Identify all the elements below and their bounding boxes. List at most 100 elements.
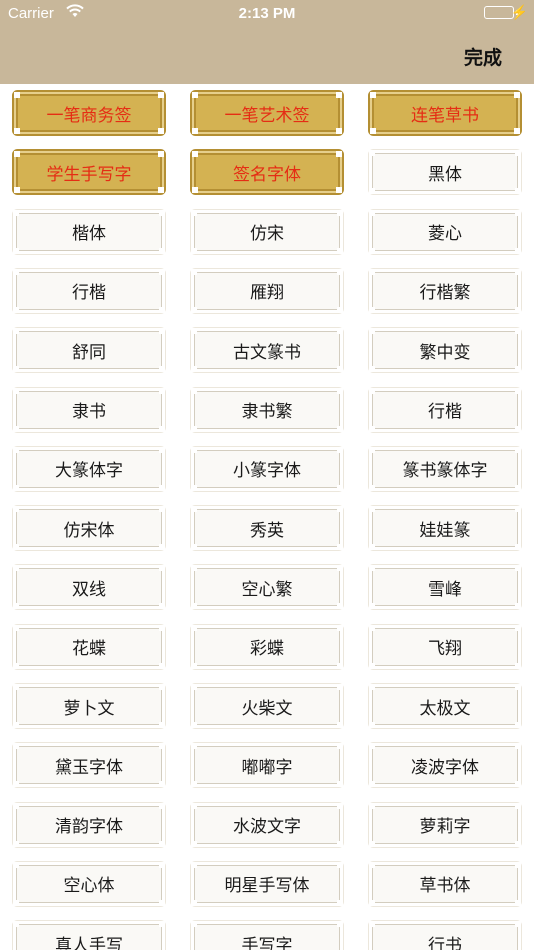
- font-option-button[interactable]: 行楷繁: [369, 268, 521, 313]
- font-option-button[interactable]: 楷体: [13, 209, 165, 254]
- corner-notch: [515, 366, 521, 373]
- font-option-button[interactable]: 火柴文: [191, 684, 343, 728]
- font-option-label: 真人手写: [55, 935, 123, 950]
- font-option-button[interactable]: 水波文字: [191, 802, 343, 847]
- corner-notch: [13, 781, 19, 788]
- font-option-button[interactable]: 花蝶: [13, 624, 165, 669]
- featured-font-button[interactable]: 一笔商务签: [14, 92, 164, 134]
- corner-notch: [337, 603, 343, 610]
- corner-notch: [159, 484, 165, 491]
- corner-notch: [369, 425, 375, 432]
- font-option-button[interactable]: 双线: [13, 565, 165, 610]
- font-option-button[interactable]: 嘟嘟字: [191, 743, 343, 788]
- featured-font-button[interactable]: 学生手写字: [14, 151, 164, 194]
- corner-notch: [369, 624, 375, 631]
- corner-notch: [191, 425, 197, 432]
- corner-notch: [515, 624, 521, 631]
- corner-notch: [369, 840, 375, 847]
- font-option-button[interactable]: 草书体: [369, 861, 521, 906]
- font-option-button[interactable]: 古文篆书: [191, 328, 343, 373]
- font-option-label: 签名字体: [233, 164, 301, 185]
- font-option-button[interactable]: 飞翔: [369, 624, 521, 669]
- font-option-label: 花蝶: [72, 639, 106, 660]
- corner-notch: [337, 209, 343, 216]
- corner-notch: [159, 209, 165, 216]
- font-option-button[interactable]: 黑体: [369, 150, 521, 195]
- corner-notch: [13, 662, 19, 669]
- corner-notch: [369, 743, 375, 750]
- corner-notch: [13, 268, 19, 275]
- font-option-button[interactable]: 秀英: [191, 506, 343, 551]
- corner-notch: [192, 128, 198, 134]
- font-option-button[interactable]: 大篆体字: [13, 446, 165, 491]
- corner-notch: [158, 187, 164, 194]
- font-option-button[interactable]: 空心体: [13, 861, 165, 906]
- font-option-button[interactable]: 行楷: [13, 268, 165, 313]
- font-option-label: 隶书: [72, 402, 106, 422]
- font-option-button[interactable]: 萝莉字: [369, 802, 521, 847]
- font-option-button[interactable]: 雁翔: [191, 268, 343, 313]
- font-option-button[interactable]: 隶书繁: [191, 387, 343, 432]
- corner-notch: [13, 840, 19, 847]
- corner-notch: [336, 151, 342, 158]
- font-option-button[interactable]: 真人手写: [13, 921, 165, 950]
- font-option-button[interactable]: 行楷: [369, 387, 521, 432]
- clock: 2:13 PM: [238, 5, 296, 22]
- font-option-button[interactable]: 黛玉字体: [13, 743, 165, 788]
- corner-notch: [369, 662, 375, 669]
- font-option-button[interactable]: 舒同: [13, 328, 165, 373]
- font-option-button[interactable]: 空心繁: [191, 565, 343, 610]
- corner-notch: [13, 366, 19, 373]
- corner-notch: [159, 743, 165, 750]
- done-button[interactable]: 完成: [464, 43, 502, 70]
- featured-font-button[interactable]: 一笔艺术签: [192, 92, 342, 134]
- font-option-button[interactable]: 小篆字体: [191, 446, 343, 491]
- font-option-button[interactable]: 太极文: [369, 684, 521, 728]
- font-option-label: 双线: [72, 579, 106, 600]
- corner-notch: [369, 565, 375, 572]
- font-option-button[interactable]: 娃娃篆: [369, 506, 521, 551]
- corner-notch: [192, 187, 198, 194]
- corner-notch: [337, 425, 343, 432]
- corner-notch: [337, 684, 343, 690]
- corner-notch: [515, 544, 521, 551]
- corner-notch: [13, 247, 19, 254]
- featured-font-button[interactable]: 签名字体: [192, 151, 342, 194]
- font-option-button[interactable]: 萝卜文: [13, 684, 165, 728]
- corner-notch: [336, 92, 342, 98]
- font-option-button[interactable]: 凌波字体: [369, 743, 521, 788]
- featured-font-button[interactable]: 连笔草书: [370, 92, 520, 134]
- font-option-button[interactable]: 菱心: [369, 209, 521, 254]
- font-option-button[interactable]: 仿宋: [191, 209, 343, 254]
- corner-notch: [13, 306, 19, 313]
- font-option-button[interactable]: 清韵字体: [13, 802, 165, 847]
- font-option-button[interactable]: 行书: [369, 921, 521, 950]
- corner-notch: [13, 861, 19, 868]
- font-option-button[interactable]: 仿宋体: [13, 506, 165, 551]
- font-option-label: 飞翔: [428, 639, 462, 660]
- corner-notch: [13, 684, 19, 690]
- battery-icon: [484, 6, 514, 19]
- corner-notch: [369, 328, 375, 335]
- font-option-button[interactable]: 手写字: [191, 921, 343, 950]
- font-option-label: 小篆字体: [233, 461, 301, 482]
- font-option-label: 娃娃篆: [419, 520, 471, 541]
- font-option-button[interactable]: 雪峰: [369, 565, 521, 610]
- corner-notch: [515, 247, 521, 254]
- font-option-label: 仿宋: [250, 224, 284, 245]
- corner-notch: [191, 662, 197, 669]
- font-option-button[interactable]: 繁中变: [369, 328, 521, 373]
- font-option-button[interactable]: 隶书: [13, 387, 165, 432]
- corner-notch: [159, 624, 165, 631]
- font-option-button[interactable]: 篆书篆体字: [369, 446, 521, 491]
- corner-notch: [159, 544, 165, 551]
- corner-notch: [336, 187, 342, 194]
- corner-notch: [337, 802, 343, 809]
- corner-notch: [369, 603, 375, 610]
- font-option-button[interactable]: 彩蝶: [191, 624, 343, 669]
- corner-notch: [369, 861, 375, 868]
- corner-notch: [369, 544, 375, 551]
- corner-notch: [191, 603, 197, 610]
- font-option-label: 空心体: [63, 876, 115, 897]
- font-option-button[interactable]: 明星手写体: [191, 861, 343, 906]
